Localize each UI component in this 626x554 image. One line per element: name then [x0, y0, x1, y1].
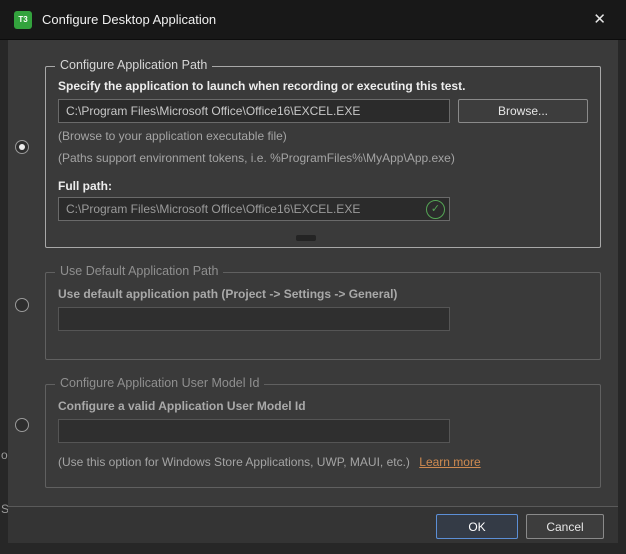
- ok-button[interactable]: OK: [436, 514, 518, 539]
- app-path-instruction: Specify the application to launch when r…: [58, 79, 465, 93]
- dialog-footer: OK Cancel: [8, 506, 618, 543]
- app-logo-icon: T3: [14, 11, 32, 29]
- splitter-grip: [296, 235, 316, 241]
- application-path-input[interactable]: [58, 99, 450, 123]
- group-title: Configure Application User Model Id: [55, 376, 264, 390]
- default-path-input[interactable]: [58, 307, 450, 331]
- user-model-id-hint: (Use this option for Windows Store Appli…: [58, 455, 481, 469]
- default-path-instruction: Use default application path (Project ->…: [58, 287, 397, 301]
- group-use-default-application-path: Use Default Application Path Use default…: [45, 272, 601, 360]
- browse-hint: (Browse to your application executable f…: [58, 129, 287, 143]
- valid-check-icon: ✓: [426, 200, 445, 219]
- user-model-id-instruction: Configure a valid Application User Model…: [58, 399, 306, 413]
- user-model-id-input[interactable]: [58, 419, 450, 443]
- tokens-hint: (Paths support environment tokens, i.e. …: [58, 151, 455, 165]
- window-title: Configure Desktop Application: [42, 12, 216, 27]
- radio-configure-user-model-id[interactable]: [15, 418, 29, 432]
- radio-use-default-application-path[interactable]: [15, 298, 29, 312]
- title-bar: T3 Configure Desktop Application ✕: [0, 0, 626, 40]
- group-title: Use Default Application Path: [55, 264, 223, 278]
- group-title: Configure Application Path: [55, 58, 212, 72]
- browse-button[interactable]: Browse...: [458, 99, 588, 123]
- group-configure-application-path: Configure Application Path Specify the a…: [45, 66, 601, 248]
- configure-desktop-application-dialog: oc S T3 Configure Desktop Application ✕ …: [0, 0, 626, 554]
- user-model-id-hint-text: (Use this option for Windows Store Appli…: [58, 455, 410, 469]
- group-configure-user-model-id: Configure Application User Model Id Conf…: [45, 384, 601, 488]
- cancel-button[interactable]: Cancel: [526, 514, 604, 539]
- radio-configure-application-path[interactable]: [15, 140, 29, 154]
- close-icon[interactable]: ✕: [587, 8, 612, 31]
- full-path-label: Full path:: [58, 179, 112, 193]
- full-path-readonly-input[interactable]: [58, 197, 450, 221]
- learn-more-link[interactable]: Learn more: [419, 455, 480, 469]
